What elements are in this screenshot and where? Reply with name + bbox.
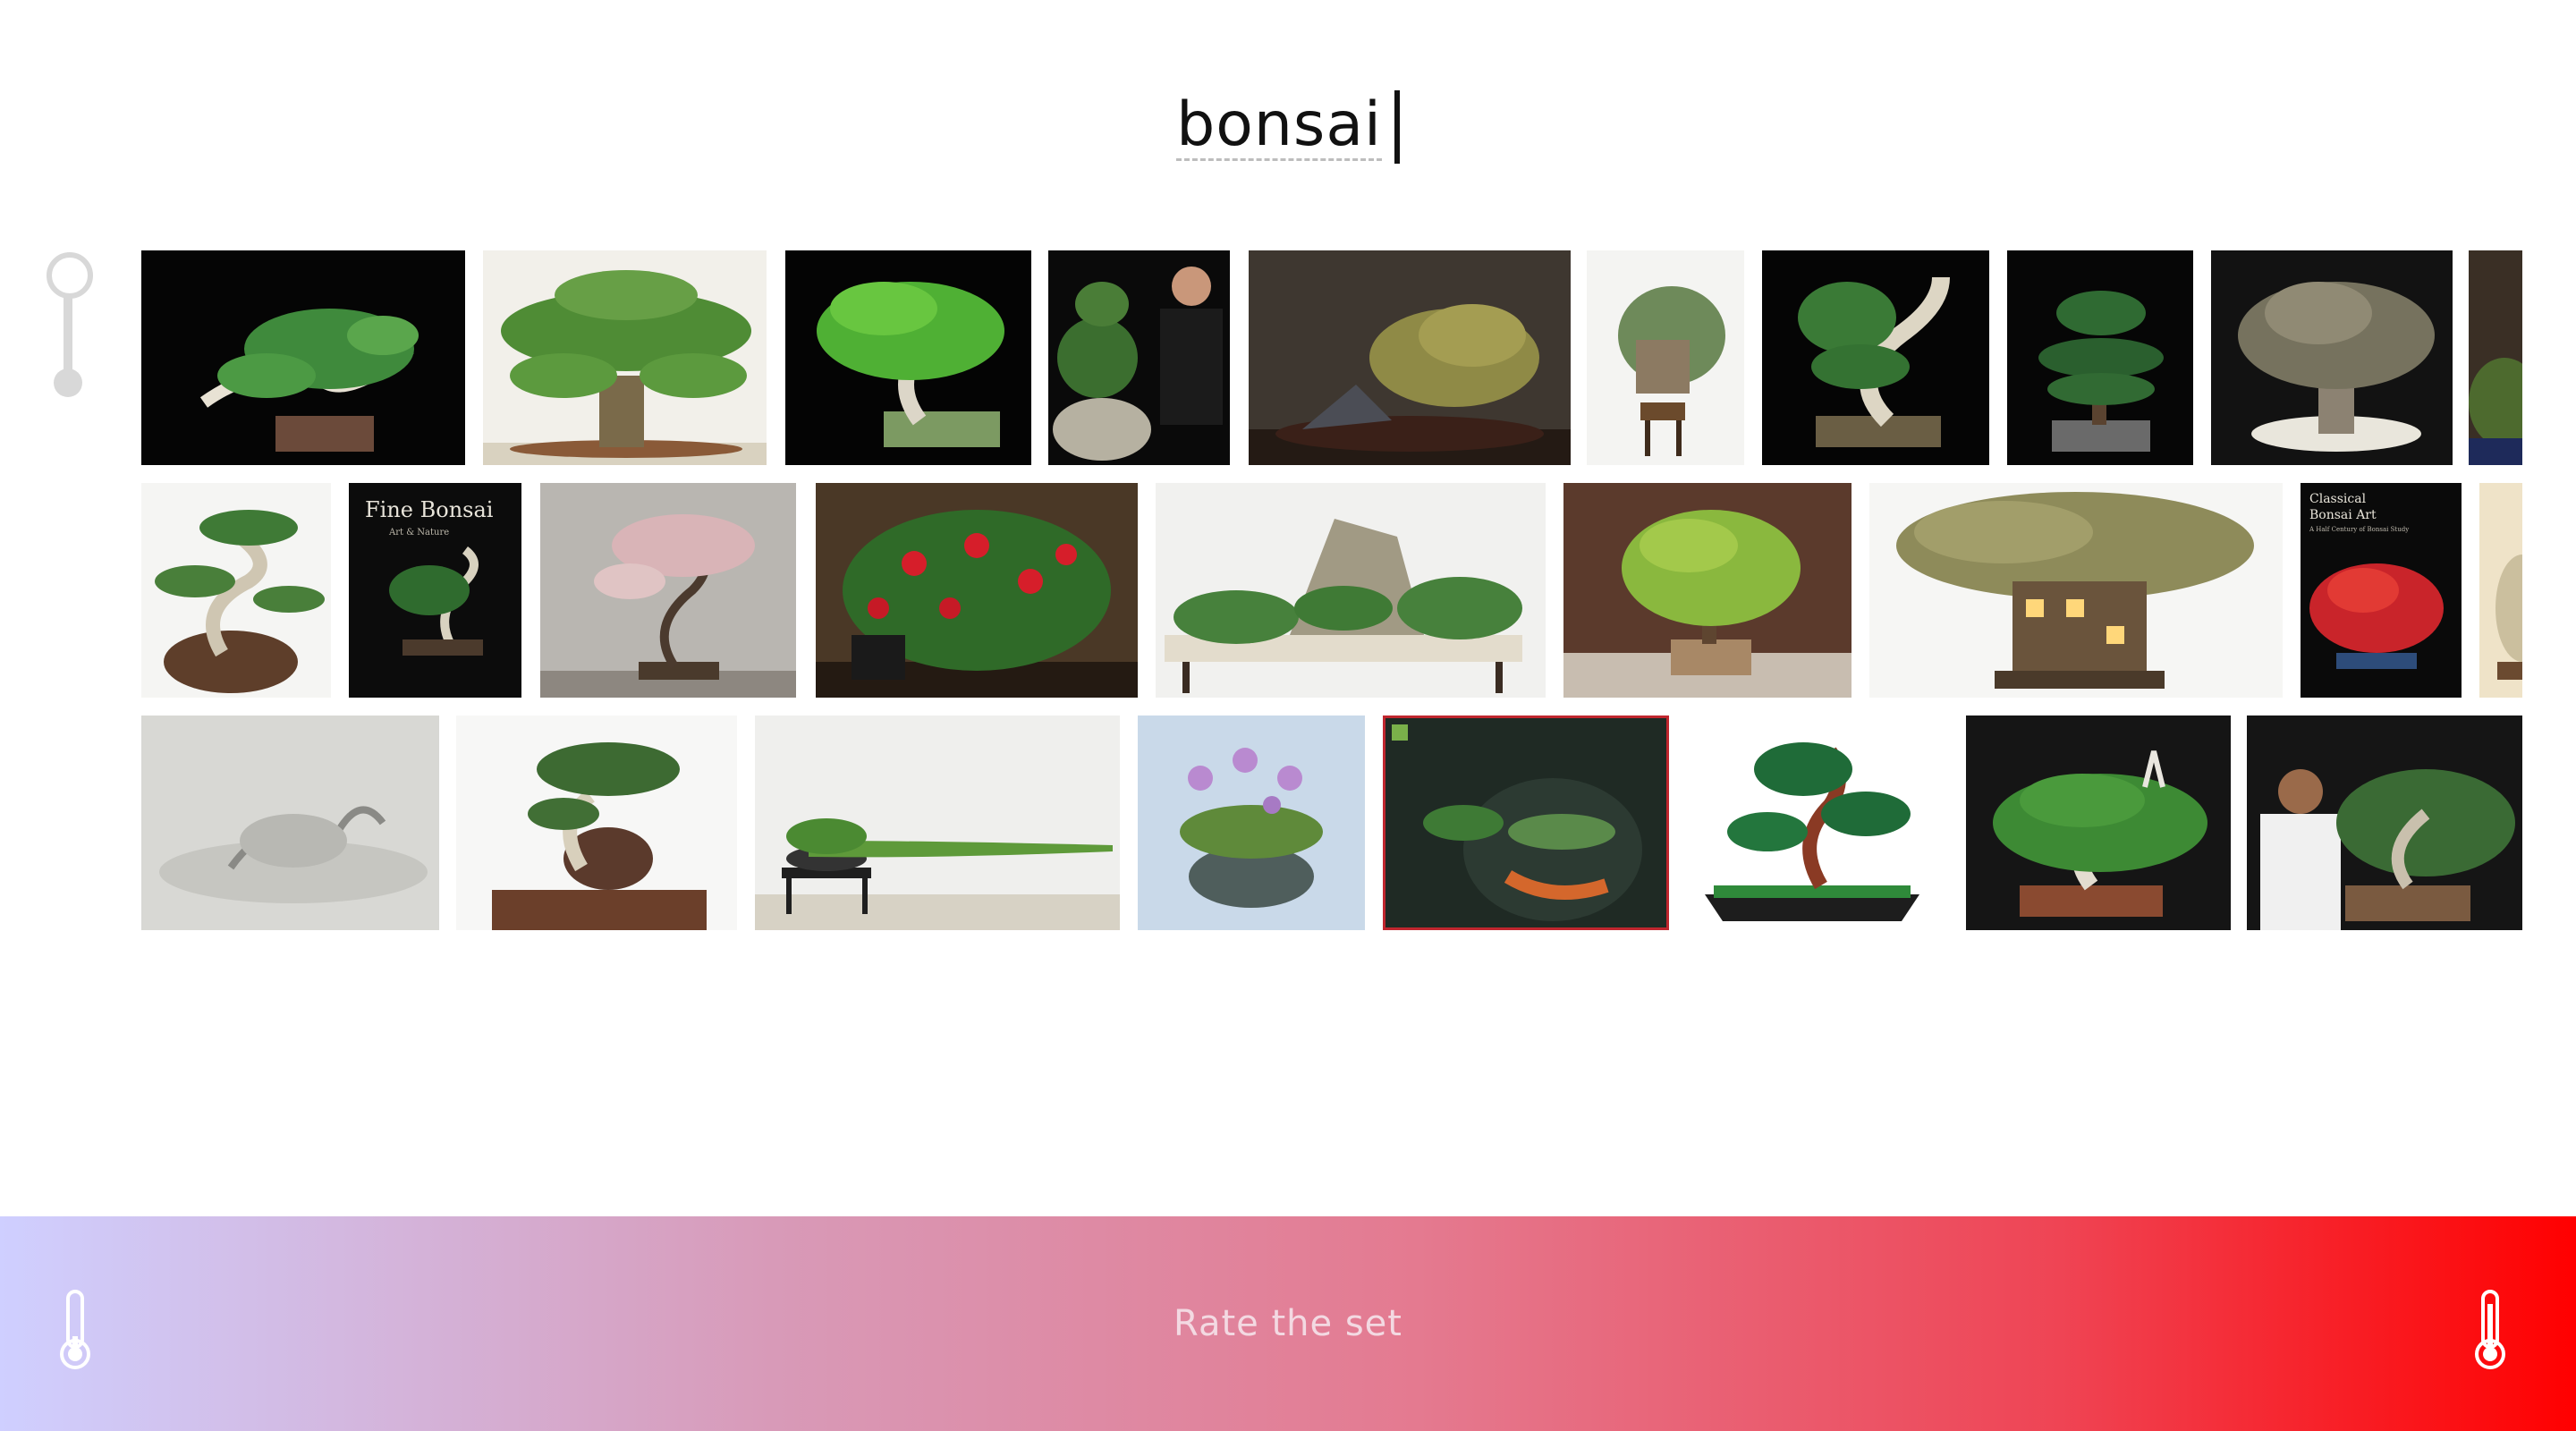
result-image[interactable] — [141, 716, 439, 930]
book-title: Fine Bonsai — [365, 497, 494, 522]
result-image[interactable] — [1249, 250, 1571, 465]
result-image[interactable] — [141, 483, 331, 698]
result-image[interactable] — [2469, 250, 2522, 465]
result-image[interactable] — [1048, 250, 1230, 465]
result-image[interactable] — [1687, 716, 1948, 930]
result-image[interactable] — [2007, 250, 2193, 465]
search-query-field[interactable]: bonsai — [0, 82, 2576, 172]
result-image[interactable] — [540, 483, 796, 698]
rate-the-set-label: Rate the set — [1174, 1303, 1402, 1344]
result-image[interactable] — [755, 716, 1120, 930]
result-image[interactable] — [785, 250, 1031, 465]
result-image[interactable] — [141, 250, 465, 465]
result-image[interactable] — [2247, 716, 2522, 930]
result-image[interactable] — [2479, 483, 2522, 698]
slider-knob[interactable] — [47, 252, 93, 299]
temperature-slider[interactable] — [45, 252, 93, 402]
result-image[interactable] — [1383, 716, 1669, 930]
book-cover-classical-bonsai-art[interactable]: Classical Bonsai Art A Half Century of B… — [2301, 483, 2462, 698]
book-subtitle: Art & Nature — [388, 528, 449, 538]
thermometer-hot-icon[interactable] — [2469, 1286, 2512, 1376]
slider-end — [54, 368, 82, 397]
text-cursor — [1394, 90, 1400, 164]
result-image[interactable] — [1156, 483, 1546, 698]
result-image[interactable] — [2211, 250, 2453, 465]
rate-the-set-bar[interactable]: Rate the set — [0, 1216, 2576, 1431]
result-image[interactable] — [1587, 250, 1744, 465]
result-image[interactable] — [1563, 483, 1852, 698]
result-image[interactable] — [483, 250, 767, 465]
book-title-line1: Classical — [2309, 492, 2367, 506]
book-subtitle: A Half Century of Bonsai Study — [2309, 526, 2409, 533]
result-image[interactable] — [1869, 483, 2283, 698]
thermometer-cold-icon[interactable] — [54, 1286, 97, 1376]
result-image[interactable] — [456, 716, 737, 930]
result-image[interactable] — [1762, 250, 1989, 465]
result-image[interactable] — [816, 483, 1138, 698]
search-query-text: bonsai — [1176, 89, 1382, 162]
result-image[interactable] — [1966, 716, 2231, 930]
book-title-line2: Bonsai Art — [2309, 508, 2377, 522]
result-image[interactable] — [1138, 716, 1365, 930]
slider-track — [64, 297, 72, 370]
book-cover-fine-bonsai[interactable]: Fine Bonsai Art & Nature — [349, 483, 521, 698]
